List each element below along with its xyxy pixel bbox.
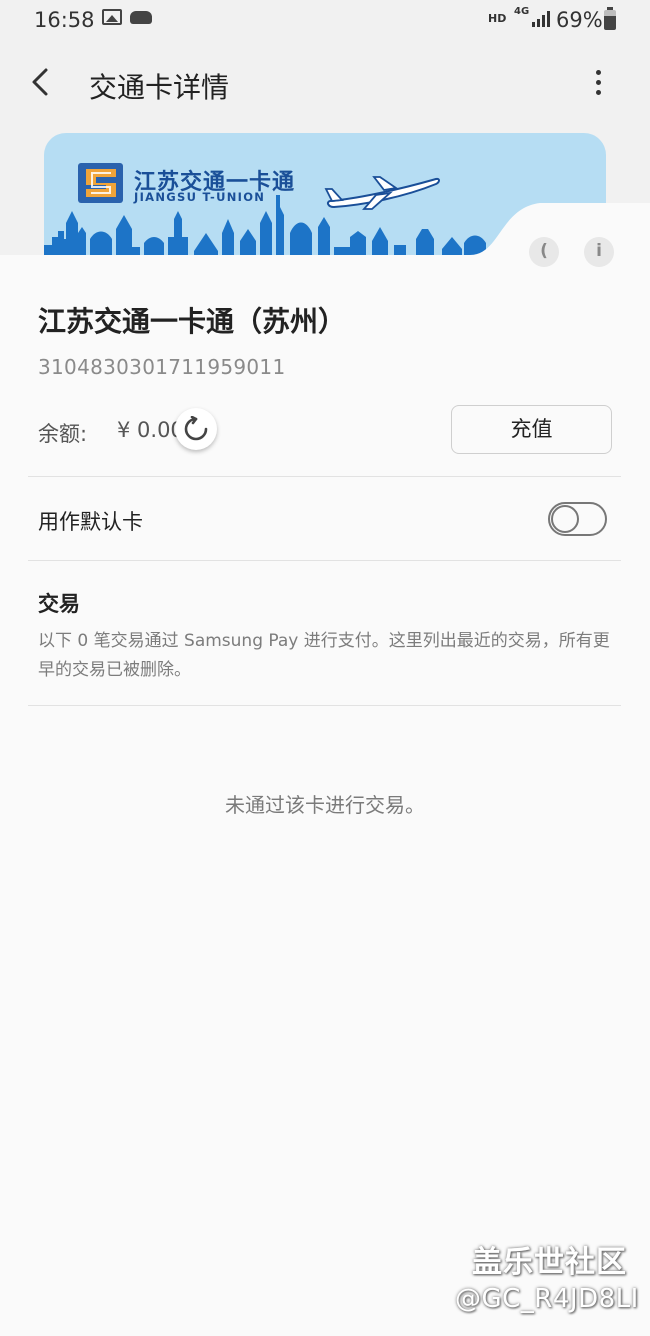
divider <box>28 560 621 561</box>
more-dot-icon <box>596 80 601 85</box>
card-name: 江苏交通一卡通（苏州） <box>38 305 347 338</box>
signal-icon <box>532 11 552 27</box>
battery-percent: 69% <box>556 8 603 32</box>
status-time: 16:58 <box>34 8 95 32</box>
balance-value: ¥ 0.00 <box>117 418 184 442</box>
default-card-toggle[interactable] <box>548 502 607 536</box>
info-button[interactable]: i <box>584 237 614 267</box>
balance-label: 余额: <box>38 422 88 446</box>
page-title: 交通卡详情 <box>89 71 230 104</box>
network-type: 4G <box>514 6 530 17</box>
divider <box>28 705 621 706</box>
more-options-button[interactable] <box>580 62 616 102</box>
hd-indicator: HD <box>488 12 507 25</box>
nfc-icon: ( <box>540 241 548 261</box>
top-up-button[interactable]: 充值 <box>451 405 612 454</box>
back-arrow-icon <box>32 68 48 96</box>
app-bar: 交通卡详情 <box>0 50 650 116</box>
battery-icon <box>604 7 616 30</box>
default-card-label: 用作默认卡 <box>38 510 143 534</box>
watermark-user: @GC_R4JD8LI <box>455 1284 639 1314</box>
more-dot-icon <box>596 70 601 75</box>
card-number: 310483030171195901​1 <box>38 355 286 379</box>
app-notification-icon <box>130 11 152 24</box>
empty-transactions-message: 未通过该卡进行交易。 <box>225 793 425 817</box>
refresh-balance-button[interactable] <box>175 408 217 450</box>
back-button[interactable] <box>22 62 62 102</box>
more-dot-icon <box>596 90 601 95</box>
transactions-description: 以下 0 笔交易通过 Samsung Pay 进行支付。这里列出最近的交易，所有… <box>38 631 610 680</box>
transactions-title: 交易 <box>38 592 80 616</box>
divider <box>28 476 621 477</box>
watermark-title: 盖乐世社区 <box>472 1245 627 1280</box>
refresh-icon <box>184 416 208 441</box>
image-notification-icon <box>102 9 122 25</box>
nfc-button[interactable]: ( <box>529 237 559 267</box>
info-icon: i <box>596 241 602 261</box>
status-bar: 16:58 HD 4G 69% <box>0 0 650 38</box>
